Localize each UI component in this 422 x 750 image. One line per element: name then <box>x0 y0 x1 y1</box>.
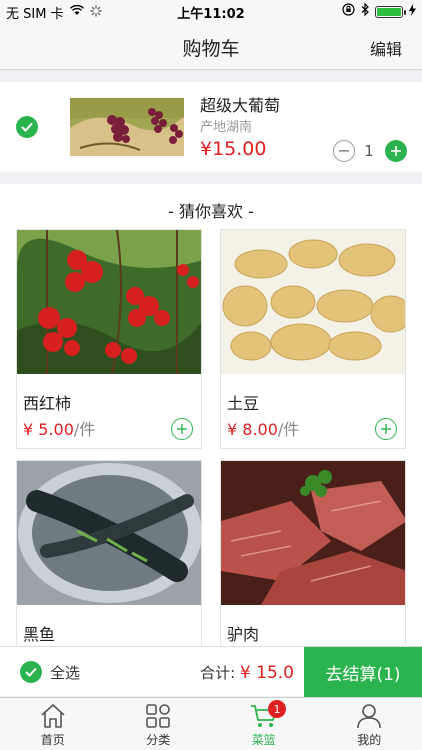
edit-button[interactable]: 编辑 <box>370 36 402 60</box>
cart-item-price: ¥15.00 <box>200 138 267 160</box>
cart-item-checkbox[interactable] <box>16 116 38 138</box>
checkmark-icon <box>21 122 33 132</box>
cart-item-name: 超级大葡萄 <box>200 96 281 115</box>
cart-item: 超级大葡萄 产地湖南 ¥15.00 1 <box>0 82 422 172</box>
tab-label: 首页 <box>40 733 65 747</box>
tomato-image[interactable] <box>17 230 201 374</box>
add-to-cart-button[interactable] <box>375 418 397 440</box>
quantity-value: 1 <box>364 142 374 160</box>
category-icon <box>146 704 171 728</box>
cart-item-origin: 产地湖南 <box>200 120 253 135</box>
recommendations-title: - 猜你喜欢 - <box>168 202 254 221</box>
tab-profile[interactable]: 我的 <box>317 698 422 750</box>
tab-label: 菜篮 <box>251 733 276 747</box>
product-name: 驴肉 <box>227 625 260 644</box>
cart-count-badge: 1 <box>268 700 286 718</box>
user-icon <box>357 704 382 729</box>
product-price-unit: /件 <box>277 420 300 439</box>
status-bar: 无 SIM 卡 上午11:02 <box>0 0 422 22</box>
product-card-blackfish[interactable]: 黑鱼 <box>16 460 202 660</box>
minus-icon <box>339 150 349 152</box>
quantity-increase-button[interactable] <box>385 140 407 162</box>
plus-icon <box>391 146 401 156</box>
recommendations-section: - 猜你喜欢 - 西红柿 ¥ 5.00/件 土豆 ¥ 8.00/件 黑鱼 驴肉 <box>0 184 422 660</box>
bluetooth-icon <box>361 2 369 20</box>
product-card-donkey-meat[interactable]: 驴肉 <box>220 460 406 660</box>
grape-image[interactable] <box>70 98 184 156</box>
product-name: 西红柿 <box>23 394 72 413</box>
checkout-button[interactable]: 去结算(1) <box>304 647 422 697</box>
page-title: 购物车 <box>182 38 240 60</box>
status-right <box>342 2 416 20</box>
product-name: 黑鱼 <box>23 625 56 644</box>
total-label: 合计: <box>200 664 236 682</box>
charging-icon <box>409 3 416 20</box>
select-all-label: 全选 <box>50 663 81 682</box>
plus-icon <box>381 424 391 434</box>
product-price: ¥ 5.00/件 <box>23 416 95 440</box>
checkmark-icon <box>25 667 37 677</box>
total: 合计: ¥ 15.0 <box>200 662 294 683</box>
product-card-potato[interactable]: 土豆 ¥ 8.00/件 <box>220 229 406 449</box>
product-price: ¥ 8.00/件 <box>227 416 299 440</box>
plus-icon <box>177 424 187 434</box>
tab-label: 分类 <box>146 733 171 747</box>
blackfish-image[interactable] <box>17 461 201 605</box>
product-price-unit: /件 <box>73 420 96 439</box>
orientation-lock-icon <box>342 3 355 20</box>
product-name: 土豆 <box>227 394 260 413</box>
quantity-decrease-button[interactable] <box>333 140 355 162</box>
potato-image[interactable] <box>221 230 405 374</box>
product-price-value: ¥ 8.00 <box>227 420 278 439</box>
select-all-checkbox[interactable] <box>20 661 42 683</box>
checkout-bar: 全选 合计: ¥ 15.0 去结算(1) <box>0 646 422 697</box>
add-to-cart-button[interactable] <box>171 418 193 440</box>
select-all-toggle[interactable]: 全选 <box>20 661 80 683</box>
nav-bar: 购物车 编辑 <box>0 22 422 70</box>
product-price-value: ¥ 5.00 <box>23 420 74 439</box>
total-amount: ¥ 15.0 <box>239 663 294 683</box>
tab-bar: 首页 分类 1 菜篮 我的 <box>0 697 422 750</box>
tab-cart[interactable]: 1 菜篮 <box>211 698 317 750</box>
home-icon <box>41 704 65 728</box>
tab-label: 我的 <box>357 733 382 747</box>
donkey-meat-image[interactable] <box>221 461 405 605</box>
product-card-tomato[interactable]: 西红柿 ¥ 5.00/件 <box>16 229 202 449</box>
tab-home[interactable]: 首页 <box>0 698 106 750</box>
tab-category[interactable]: 分类 <box>106 698 212 750</box>
battery-icon <box>375 5 406 18</box>
